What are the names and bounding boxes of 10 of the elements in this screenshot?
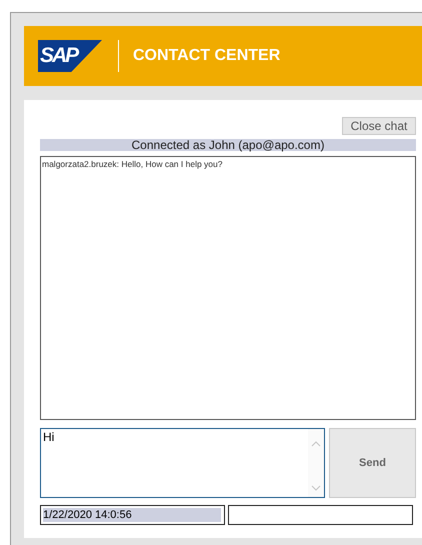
app-title: CONTACT CENTER <box>133 47 280 65</box>
sap-logo: SAP <box>38 40 102 72</box>
chat-message: malgorzata2.bruzek: Hello, How can I help you? <box>42 159 224 169</box>
scroll-up-icon[interactable] <box>311 441 321 447</box>
scroll-down-icon[interactable] <box>311 485 321 491</box>
timestamp: 1/22/2020 14:0:56 <box>43 508 221 522</box>
connection-status: Connected as John (apo@apo.com) <box>40 139 416 151</box>
send-button[interactable]: Send <box>329 428 416 498</box>
close-chat-button[interactable]: Close chat <box>342 117 416 135</box>
message-input[interactable]: Hi <box>40 428 325 498</box>
